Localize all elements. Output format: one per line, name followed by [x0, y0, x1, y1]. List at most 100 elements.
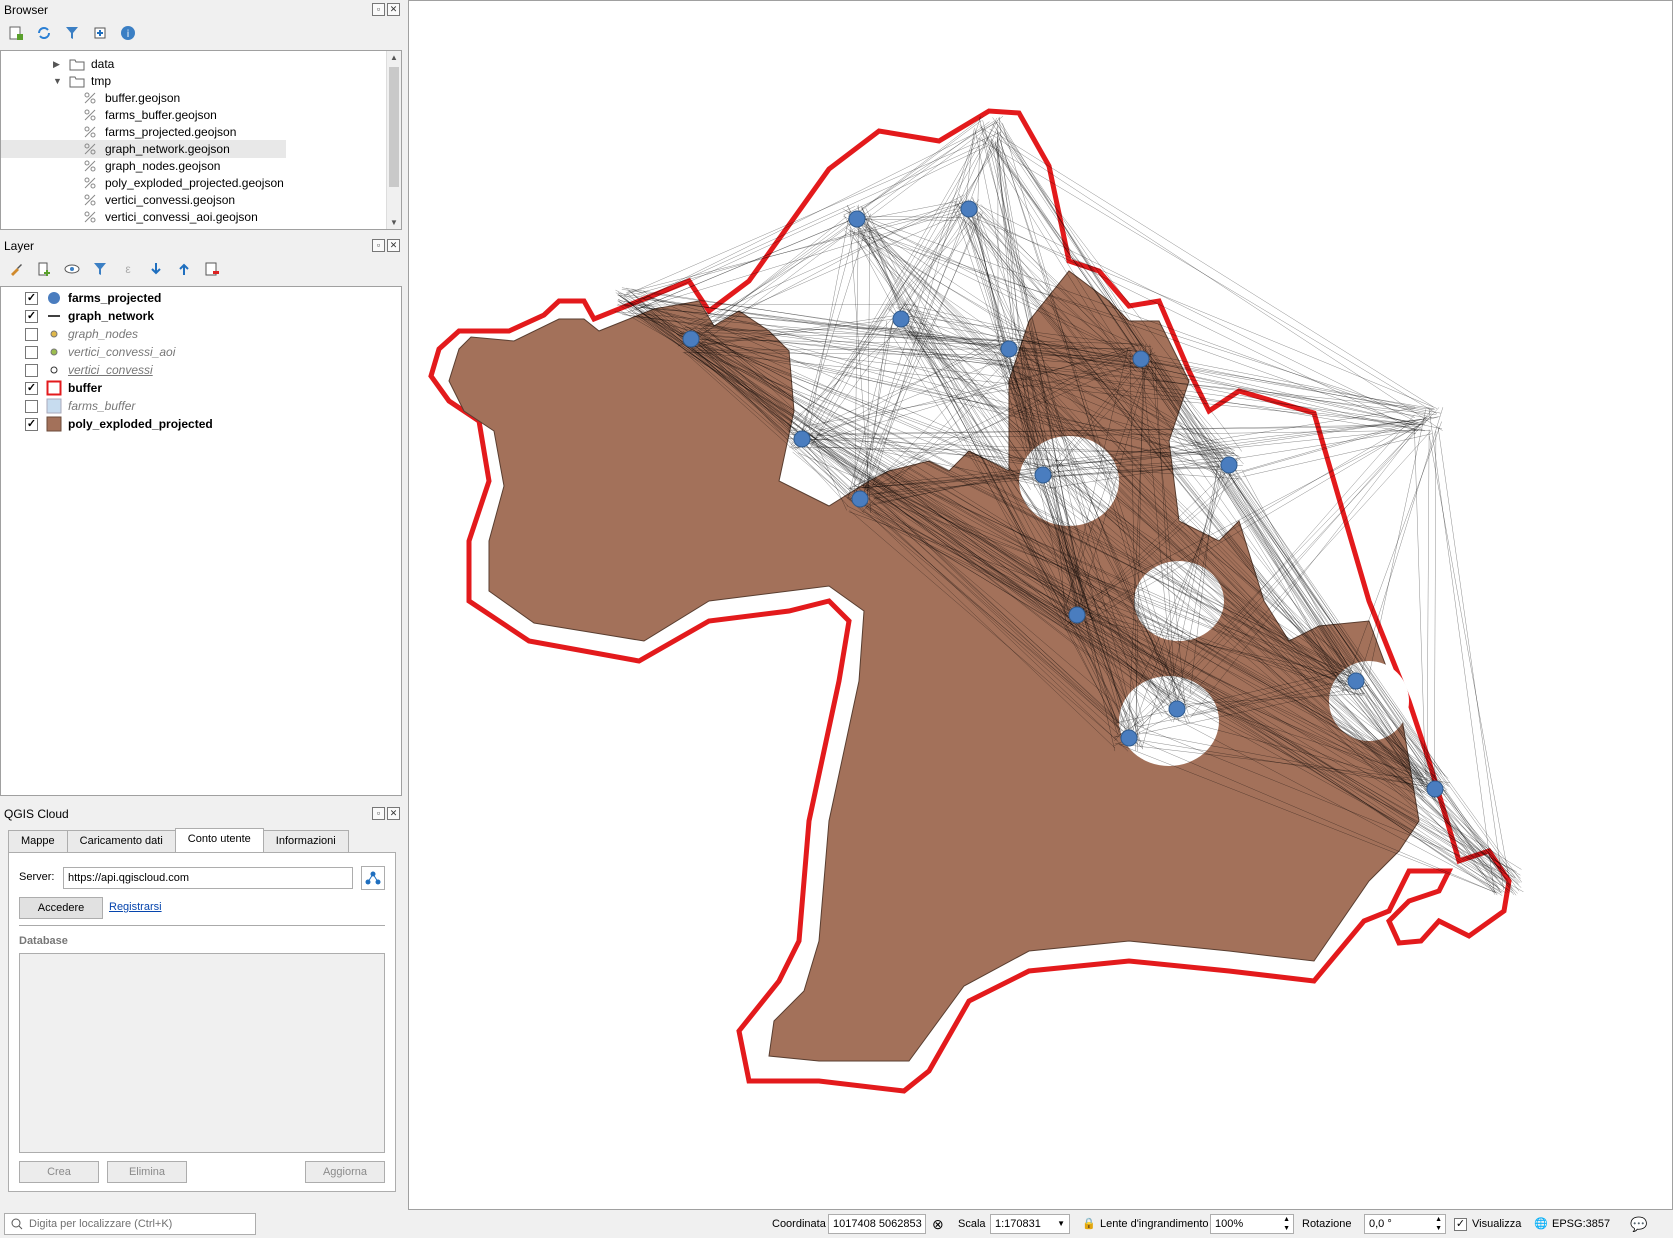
layer-row[interactable]: ✓ graph_network — [1, 307, 154, 325]
layer-row[interactable]: ✓ poly_exploded_projected — [1, 415, 213, 433]
scroll-down-icon[interactable]: ▼ — [390, 218, 398, 227]
create-button[interactable]: Crea — [19, 1161, 99, 1183]
browser-tree[interactable]: ▶ data ▼ tmp buffer.geojson farms_buffer… — [0, 50, 402, 230]
scroll-up-icon[interactable]: ▲ — [390, 53, 398, 62]
map-svg[interactable] — [409, 1, 1673, 1210]
collapse-all-icon[interactable] — [90, 23, 110, 43]
toggle-extents-icon[interactable]: ⊗ — [932, 1214, 944, 1234]
farm-point[interactable] — [1068, 606, 1086, 624]
layer-row[interactable]: farms_buffer — [1, 397, 135, 415]
crs-button[interactable]: EPSG:3857 — [1552, 1214, 1610, 1234]
add-layer-icon[interactable] — [6, 23, 26, 43]
map-canvas[interactable] — [408, 0, 1673, 1210]
database-list[interactable] — [19, 953, 385, 1153]
server-input[interactable]: https://api.qgiscloud.com — [63, 867, 353, 889]
add-group-icon[interactable] — [34, 259, 54, 279]
register-link[interactable]: Registrarsi — [109, 901, 162, 913]
tab-informazioni[interactable]: Informazioni — [262, 830, 349, 852]
lock-icon[interactable]: 🔒 — [1082, 1214, 1096, 1234]
eye-icon[interactable] — [62, 259, 82, 279]
farm-point[interactable] — [851, 490, 869, 508]
float-panel-button[interactable]: ▫ — [372, 239, 385, 252]
layer-checkbox[interactable] — [25, 399, 38, 413]
layer-checkbox[interactable]: ✓ — [25, 381, 38, 395]
browser-scrollbar[interactable]: ▲ ▼ — [386, 51, 401, 229]
render-checkbox[interactable]: ✓ — [1454, 1218, 1467, 1231]
tab-conto-utente[interactable]: Conto utente — [174, 828, 264, 852]
layer-checkbox[interactable] — [25, 345, 38, 359]
farm-point[interactable] — [682, 330, 700, 348]
farm-point[interactable] — [1000, 340, 1018, 358]
layer-row[interactable]: ✓ buffer — [1, 379, 102, 397]
tree-item-file[interactable]: vertici_convessi.geojson — [1, 191, 391, 209]
float-panel-button[interactable]: ▫ — [372, 807, 385, 820]
layer-row[interactable]: ✓ farms_projected — [1, 289, 161, 307]
layer-checkbox[interactable] — [25, 327, 38, 341]
farm-point[interactable] — [892, 310, 910, 328]
network-edge — [1242, 433, 1433, 478]
coord-input[interactable]: 1017408 5062853 — [828, 1214, 926, 1234]
refresh-button[interactable]: Aggiorna — [305, 1161, 385, 1183]
farm-point[interactable] — [1347, 672, 1365, 690]
spin-arrows-icon[interactable]: ▲ ▼ — [1435, 1215, 1442, 1233]
layer-row[interactable]: vertici_convessi_aoi — [1, 343, 175, 361]
farm-point[interactable] — [960, 200, 978, 218]
remove-layer-icon[interactable] — [202, 259, 222, 279]
tree-item-file[interactable]: poly_exploded_projected.geojson — [1, 174, 391, 192]
search-icon — [11, 1218, 23, 1230]
farm-point[interactable] — [793, 430, 811, 448]
scale-combo[interactable]: 1:170831 ▼ — [990, 1214, 1070, 1234]
layer-checkbox[interactable]: ✓ — [25, 309, 38, 323]
spin-arrows-icon[interactable]: ▲ ▼ — [1283, 1215, 1290, 1233]
expression-icon[interactable]: ε — [118, 259, 138, 279]
float-panel-button[interactable]: ▫ — [372, 3, 385, 16]
style-brush-icon[interactable] — [6, 259, 26, 279]
layer-checkbox[interactable]: ✓ — [25, 417, 38, 431]
farm-point[interactable] — [1426, 780, 1444, 798]
tree-item-file[interactable]: vertici_convessi_aoi.geojson — [1, 208, 391, 226]
chevron-right-icon[interactable]: ▶ — [53, 55, 60, 73]
tree-item-file[interactable]: buffer.geojson — [1, 89, 391, 107]
farm-point[interactable] — [1120, 729, 1138, 747]
tab-caricamento-dati[interactable]: Caricamento dati — [66, 830, 176, 852]
tab-mappe[interactable]: Mappe — [8, 830, 68, 852]
messages-icon[interactable]: 💬 — [1630, 1214, 1647, 1234]
scrollbar-thumb[interactable] — [389, 67, 399, 187]
geojson-file-icon — [84, 194, 96, 206]
close-panel-button[interactable]: ✕ — [387, 3, 400, 16]
magnifier-spinbox[interactable]: 100% ▲ ▼ — [1210, 1214, 1294, 1234]
tree-item-file-selected[interactable]: graph_network.geojson — [1, 140, 286, 158]
tree-item-file[interactable]: farms_projected.geojson — [1, 123, 391, 141]
tree-item-data[interactable]: ▶ data — [1, 55, 391, 73]
layer-checkbox[interactable] — [25, 363, 38, 377]
close-panel-button[interactable]: ✕ — [387, 239, 400, 252]
layer-row[interactable]: graph_nodes — [1, 325, 138, 343]
farm-point[interactable] — [1034, 466, 1052, 484]
login-button[interactable]: Accedere — [19, 897, 103, 919]
tree-item-file[interactable]: farms_buffer.geojson — [1, 106, 391, 124]
farm-point[interactable] — [1168, 700, 1186, 718]
farm-point[interactable] — [848, 210, 866, 228]
globe-icon[interactable]: 🌐 — [1534, 1214, 1548, 1234]
collapse-all-icon[interactable] — [174, 259, 194, 279]
layer-checkbox[interactable]: ✓ — [25, 291, 38, 305]
farm-point[interactable] — [1220, 456, 1238, 474]
rotation-spinbox[interactable]: 0,0 ° ▲ ▼ — [1364, 1214, 1446, 1234]
farm-point[interactable] — [1132, 350, 1150, 368]
layer-row[interactable]: vertici_convessi — [1, 361, 153, 379]
expand-all-icon[interactable] — [146, 259, 166, 279]
delete-button[interactable]: Elimina — [107, 1161, 187, 1183]
close-panel-button[interactable]: ✕ — [387, 807, 400, 820]
locator-search[interactable]: Digita per localizzare (Ctrl+K) — [4, 1213, 256, 1235]
chevron-down-icon[interactable]: ▼ — [53, 72, 62, 90]
chevron-down-icon[interactable]: ▼ — [1057, 1215, 1065, 1233]
layer-tree[interactable]: ✓ farms_projected ✓ graph_network graph_… — [0, 286, 402, 796]
filter-icon[interactable] — [62, 23, 82, 43]
network-settings-button[interactable] — [361, 866, 385, 890]
filter-icon[interactable] — [90, 259, 110, 279]
tree-item-tmp[interactable]: ▼ tmp — [1, 72, 391, 90]
tree-item-file[interactable]: graph_nodes.geojson — [1, 157, 391, 175]
refresh-icon[interactable] — [34, 23, 54, 43]
tree-item-label: graph_network.geojson — [105, 142, 230, 156]
info-icon[interactable]: i — [118, 23, 138, 43]
